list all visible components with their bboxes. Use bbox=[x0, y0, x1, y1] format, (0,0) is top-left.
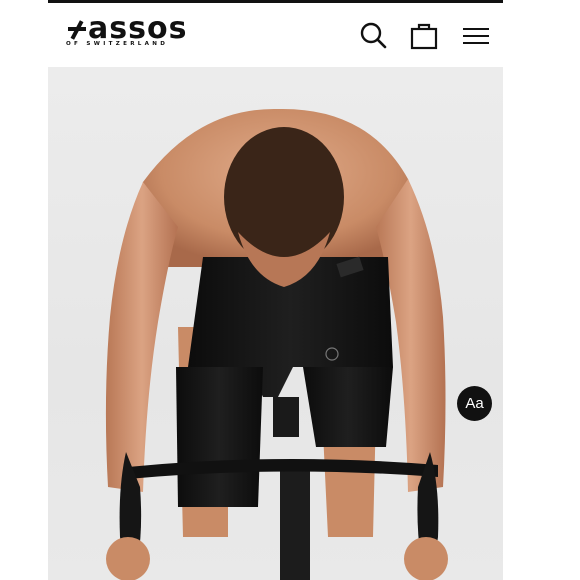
brand-tagline: OF SWITZERLAND bbox=[66, 41, 169, 47]
text-size-button[interactable]: Aa bbox=[457, 386, 492, 421]
shopping-bag-icon bbox=[410, 23, 438, 50]
hamburger-menu-icon bbox=[463, 28, 489, 44]
brand-logo[interactable]: assos OF SWITZERLAND bbox=[66, 11, 238, 51]
text-size-label: Aa bbox=[465, 395, 484, 412]
hero-image bbox=[48, 67, 503, 580]
search-icon bbox=[360, 22, 387, 49]
logo-star-icon bbox=[68, 20, 86, 40]
cyclist-illustration bbox=[105, 108, 448, 580]
menu-button[interactable] bbox=[460, 20, 494, 52]
cart-button[interactable] bbox=[408, 20, 440, 52]
search-button[interactable] bbox=[358, 20, 390, 52]
site-header: assos OF SWITZERLAND bbox=[48, 3, 503, 67]
page-frame: assos OF SWITZERLAND bbox=[48, 0, 503, 580]
